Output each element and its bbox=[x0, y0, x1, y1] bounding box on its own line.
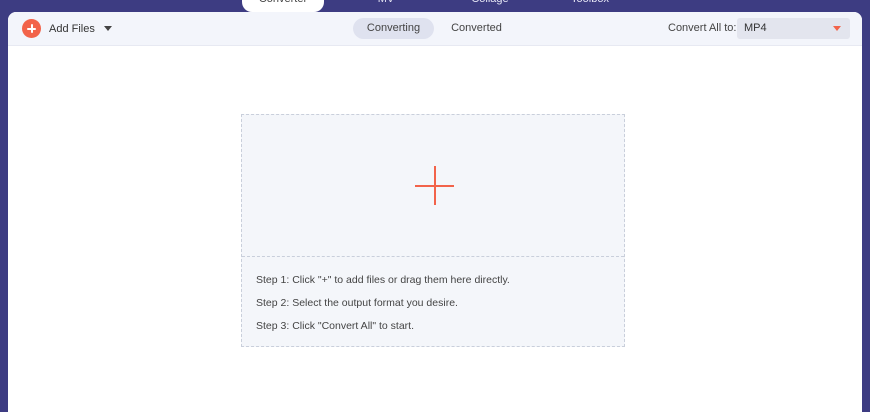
tab-toolbox[interactable]: Toolbox bbox=[562, 0, 618, 12]
big-plus-icon[interactable] bbox=[415, 166, 454, 205]
output-format-select[interactable]: MP4 bbox=[737, 18, 850, 39]
toolbar: Add Files Converting Converted Convert A… bbox=[8, 12, 862, 46]
step-1-text: Step 1: Click "+" to add files or drag t… bbox=[256, 274, 510, 286]
format-dropdown-arrow-icon[interactable] bbox=[833, 26, 841, 31]
drop-zone-add-area[interactable] bbox=[242, 115, 624, 257]
dropdown-caret-icon[interactable] bbox=[103, 26, 112, 31]
main-tab-bar: Converter MV Collage Toolbox bbox=[0, 0, 870, 12]
instruction-steps: Step 1: Click "+" to add files or drag t… bbox=[256, 273, 510, 342]
tab-converter[interactable]: Converter bbox=[242, 0, 324, 12]
output-format-value: MP4 bbox=[744, 22, 767, 34]
step-3-text: Step 3: Click "Convert All" to start. bbox=[256, 320, 415, 332]
tab-converting[interactable]: Converting bbox=[353, 18, 434, 39]
drop-zone[interactable]: Step 1: Click "+" to add files or drag t… bbox=[241, 114, 625, 347]
add-files-label: Add Files bbox=[49, 22, 95, 35]
step-2-text: Step 2: Select the output format you des… bbox=[256, 297, 458, 309]
tab-converted[interactable]: Converted bbox=[444, 18, 509, 39]
add-files-plus-icon[interactable] bbox=[22, 19, 41, 38]
tab-collage[interactable]: Collage bbox=[462, 0, 518, 12]
tab-mv[interactable]: MV bbox=[366, 0, 406, 12]
converter-panel: Add Files Converting Converted Convert A… bbox=[8, 12, 862, 412]
convert-all-label: Convert All to: bbox=[668, 22, 737, 34]
add-files-button[interactable]: Add Files bbox=[22, 19, 112, 38]
